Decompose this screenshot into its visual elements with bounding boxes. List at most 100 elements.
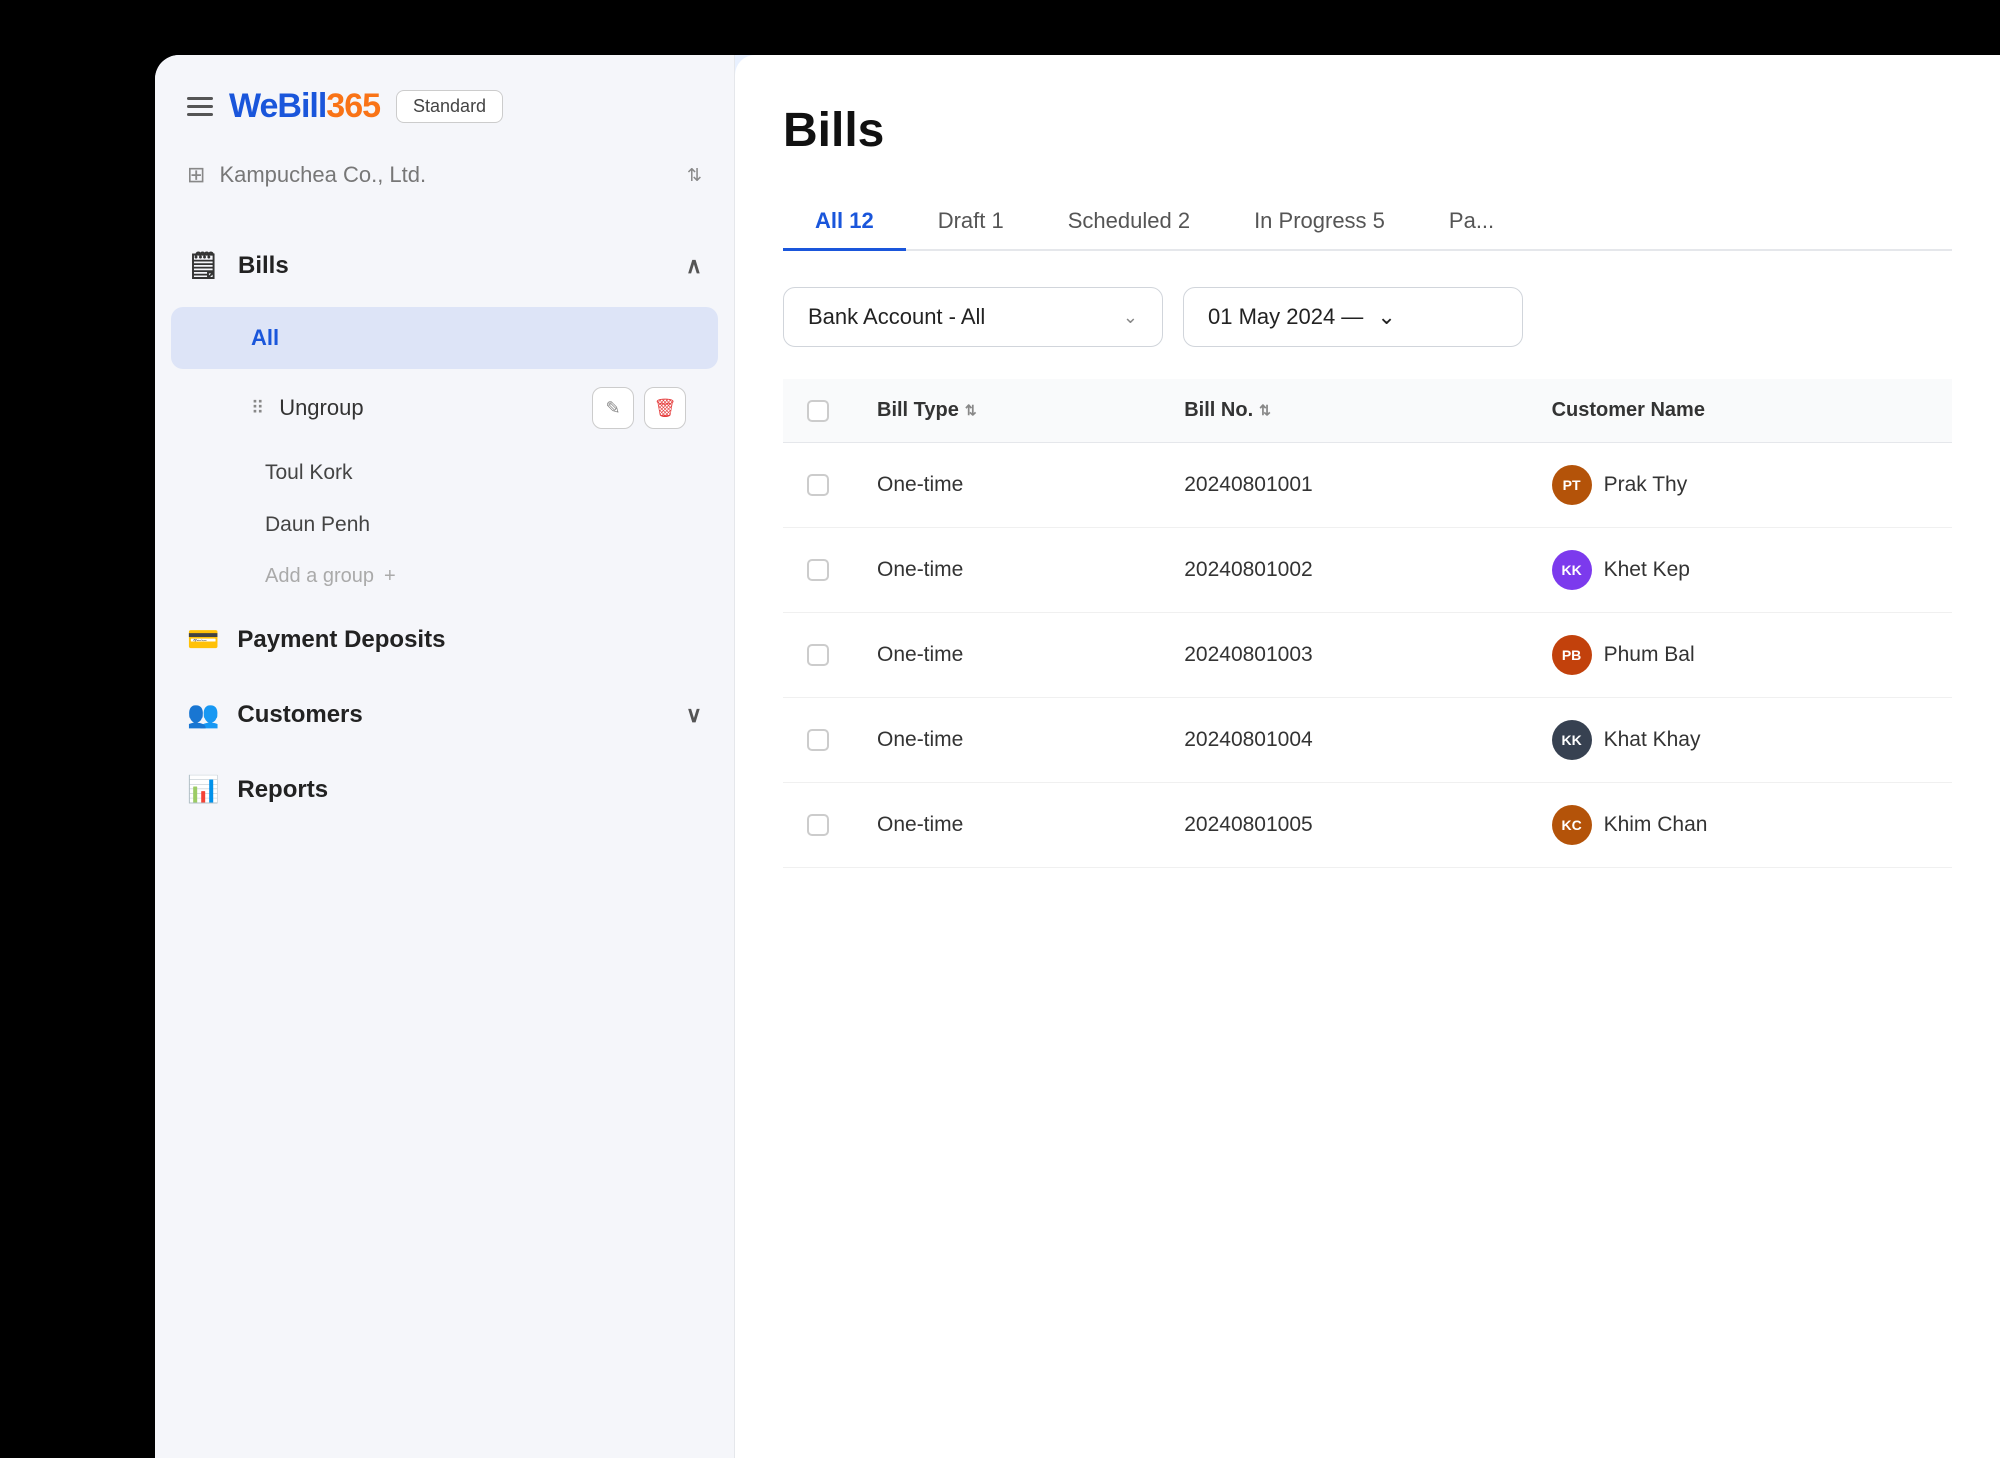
reports-label: Reports xyxy=(237,776,328,804)
row-checkbox[interactable] xyxy=(807,814,829,836)
bill-type-sort-icon: ⇅ xyxy=(965,402,977,419)
customers-chevron-icon: ∨ xyxy=(686,702,702,728)
customer-name-text: Prak Thy xyxy=(1604,473,1688,497)
row-checkbox-cell xyxy=(783,698,853,783)
tab-paid[interactable]: Pa... xyxy=(1417,194,1526,251)
table-row[interactable]: One-time 20240801001 PT Prak Thy xyxy=(783,443,1952,528)
tab-all[interactable]: All 12 xyxy=(783,194,906,251)
company-row[interactable]: ⊞ Kampuchea Co., Ltd. ⇅ xyxy=(155,162,734,228)
edit-ungroup-button[interactable]: ✎ xyxy=(592,387,634,429)
bill-no-header-label: Bill No. xyxy=(1184,399,1253,422)
row-checkbox[interactable] xyxy=(807,644,829,666)
bills-chevron-icon: ∧ xyxy=(686,253,702,279)
bills-icon: 🗒 xyxy=(187,250,220,281)
company-icon: ⊞ xyxy=(187,162,205,188)
sidebar-item-daun-penh[interactable]: Daun Penh xyxy=(155,499,734,551)
tab-draft[interactable]: Draft 1 xyxy=(906,194,1036,251)
row-customer-name: KK Khet Kep xyxy=(1528,528,1952,613)
add-group-row[interactable]: Add a group + xyxy=(155,551,734,602)
avatar: PB xyxy=(1552,635,1592,675)
table-row[interactable]: One-time 20240801002 KK Khet Kep xyxy=(783,528,1952,613)
page-title: Bills xyxy=(783,103,1952,158)
row-checkbox-cell xyxy=(783,443,853,528)
delete-ungroup-button[interactable]: 🗑 xyxy=(644,387,686,429)
tabs-row: All 12 Draft 1 Scheduled 2 In Progress 5… xyxy=(783,194,1952,251)
app-logo: WeBill365 xyxy=(229,87,380,126)
hamburger-icon[interactable] xyxy=(187,97,213,116)
table-row[interactable]: One-time 20240801004 KK Khat Khay xyxy=(783,698,1952,783)
row-bill-no: 20240801004 xyxy=(1160,698,1527,783)
avatar: KK xyxy=(1552,720,1592,760)
customer-name-header-label: Customer Name xyxy=(1552,399,1705,421)
filters-row: Bank Account - All ⌄ 01 May 2024 — ⌄ xyxy=(783,287,1952,347)
row-bill-type: One-time xyxy=(853,443,1160,528)
tab-scheduled[interactable]: Scheduled 2 xyxy=(1036,194,1222,251)
bills-submenu: All ⠿ Ungroup ✎ 🗑 Toul Kork Daun Penh Ad… xyxy=(155,307,734,602)
customer-name-text: Khat Khay xyxy=(1604,728,1701,752)
avatar: KC xyxy=(1552,805,1592,845)
drag-dots-icon: ⠿ xyxy=(251,398,265,419)
sidebar-item-ungroup[interactable]: ⠿ Ungroup ✎ 🗑 xyxy=(171,373,718,443)
customer-name-text: Khim Chan xyxy=(1604,813,1708,837)
bank-account-label: Bank Account - All xyxy=(808,304,985,330)
header-bill-type[interactable]: Bill Type ⇅ xyxy=(853,379,1160,443)
table-row[interactable]: One-time 20240801005 KC Khim Chan xyxy=(783,783,1952,868)
row-customer-name: KC Khim Chan xyxy=(1528,783,1952,868)
reports-icon: 📊 xyxy=(187,774,219,805)
date-chevron-icon: ⌄ xyxy=(1377,304,1395,330)
sidebar-item-reports[interactable]: 📊 Reports xyxy=(155,752,734,827)
bills-table-wrapper: Bill Type ⇅ Bill No. ⇅ Customer Name xyxy=(783,379,1952,1458)
logo-webill: WeBill xyxy=(229,87,326,126)
plan-badge: Standard xyxy=(396,90,503,123)
select-all-checkbox[interactable] xyxy=(807,400,829,422)
bill-type-header-label: Bill Type xyxy=(877,399,959,422)
sidebar-item-payment-deposits[interactable]: 💳 Payment Deposits xyxy=(155,602,734,677)
customer-name-text: Khet Kep xyxy=(1604,558,1690,582)
sidebar-item-customers[interactable]: 👥 Customers ∨ xyxy=(155,677,734,752)
row-bill-type: One-time xyxy=(853,783,1160,868)
row-checkbox[interactable] xyxy=(807,729,829,751)
sidebar-item-all[interactable]: All xyxy=(171,307,718,369)
main-content: Bills All 12 Draft 1 Scheduled 2 In Prog… xyxy=(735,55,2000,1458)
table-row[interactable]: One-time 20240801003 PB Phum Bal xyxy=(783,613,1952,698)
date-filter[interactable]: 01 May 2024 — ⌄ xyxy=(1183,287,1523,347)
bills-table: Bill Type ⇅ Bill No. ⇅ Customer Name xyxy=(783,379,1952,868)
sidebar-item-bills[interactable]: 🗒 Bills ∧ xyxy=(155,228,734,303)
bill-no-sort[interactable]: Bill No. ⇅ xyxy=(1184,399,1271,422)
header-bill-no[interactable]: Bill No. ⇅ xyxy=(1160,379,1527,443)
bills-label: Bills xyxy=(238,252,289,280)
payment-deposits-label: Payment Deposits xyxy=(237,626,445,654)
bank-account-filter[interactable]: Bank Account - All ⌄ xyxy=(783,287,1163,347)
customers-label: Customers xyxy=(237,701,362,729)
row-bill-type: One-time xyxy=(853,528,1160,613)
ungroup-label: Ungroup xyxy=(279,395,578,421)
avatar: PT xyxy=(1552,465,1592,505)
customer-name-text: Phum Bal xyxy=(1604,643,1695,667)
row-bill-no: 20240801001 xyxy=(1160,443,1527,528)
row-checkbox-cell xyxy=(783,528,853,613)
row-customer-name: KK Khat Khay xyxy=(1528,698,1952,783)
sidebar: WeBill365 Standard ⊞ Kampuchea Co., Ltd.… xyxy=(155,55,735,1458)
row-customer-name: PB Phum Bal xyxy=(1528,613,1952,698)
company-chevron-icon: ⇅ xyxy=(687,165,702,186)
row-bill-no: 20240801002 xyxy=(1160,528,1527,613)
table-header-row: Bill Type ⇅ Bill No. ⇅ Customer Name xyxy=(783,379,1952,443)
bill-no-sort-icon: ⇅ xyxy=(1259,402,1271,419)
sidebar-item-toul-kork[interactable]: Toul Kork xyxy=(155,447,734,499)
row-bill-type: One-time xyxy=(853,613,1160,698)
row-bill-no: 20240801005 xyxy=(1160,783,1527,868)
row-bill-no: 20240801003 xyxy=(1160,613,1527,698)
row-checkbox-cell xyxy=(783,613,853,698)
row-checkbox-cell xyxy=(783,783,853,868)
row-bill-type: One-time xyxy=(853,698,1160,783)
row-checkbox[interactable] xyxy=(807,559,829,581)
row-customer-name: PT Prak Thy xyxy=(1528,443,1952,528)
row-checkbox[interactable] xyxy=(807,474,829,496)
date-label: 01 May 2024 — xyxy=(1208,304,1363,330)
header-customer-name: Customer Name xyxy=(1528,379,1952,443)
bill-type-sort[interactable]: Bill Type ⇅ xyxy=(877,399,977,422)
payment-deposits-icon: 💳 xyxy=(187,624,219,655)
ungroup-actions: ✎ 🗑 xyxy=(592,387,686,429)
nav-section: 🗒 Bills ∧ All ⠿ Ungroup ✎ 🗑 xyxy=(155,228,734,1458)
tab-in-progress[interactable]: In Progress 5 xyxy=(1222,194,1417,251)
